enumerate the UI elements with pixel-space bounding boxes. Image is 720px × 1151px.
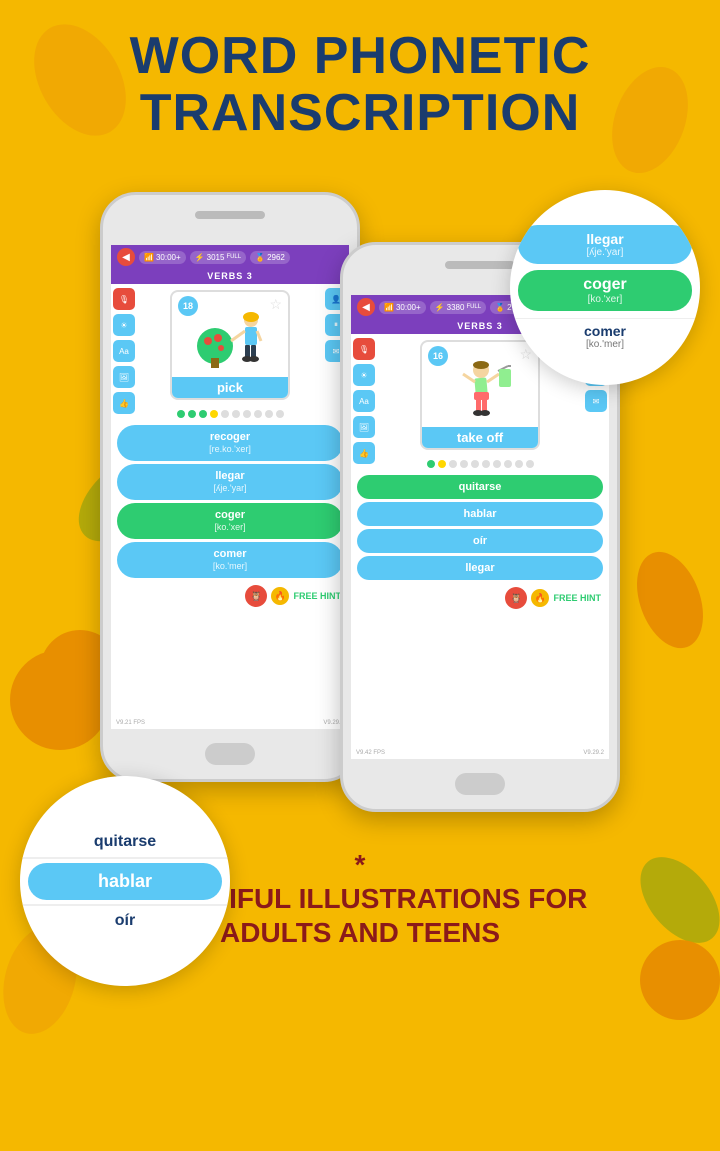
sun-btn-right[interactable]: ☀ xyxy=(353,364,375,386)
card-illustration-left xyxy=(190,305,270,375)
side-buttons-left: 🎙 ☀ Aa 🖼 👍 xyxy=(113,284,135,414)
pick-illustration xyxy=(193,306,268,374)
hint-text-left[interactable]: FREE HINT xyxy=(293,591,341,601)
bubble-right: llegar [ʎje.'yar] coger [ko.'xer] comer … xyxy=(510,190,700,385)
medal-pill-left: 🏅 2962 xyxy=(250,251,290,264)
medal-icon-right: 🏅 xyxy=(495,303,505,312)
phone-left-speaker xyxy=(195,211,265,219)
thumb-btn-right[interactable]: 👍 xyxy=(353,442,375,464)
phone-left-home xyxy=(205,743,255,765)
answer-btn-2-right[interactable]: hablar xyxy=(357,502,603,526)
card-word-left: pick xyxy=(172,377,288,398)
progress-dots-left xyxy=(111,406,349,422)
hint-flame-right: 🔥 xyxy=(531,589,549,607)
time-value-right: 30:00+ xyxy=(396,303,421,312)
mic-btn-left[interactable]: 🎙 xyxy=(113,288,135,310)
time-pill-right: 📶 30:00+ xyxy=(379,301,426,314)
card-illustration-right xyxy=(440,355,520,425)
hint-flame-left: 🔥 xyxy=(271,587,289,605)
back-button-right[interactable]: ◀ xyxy=(357,298,375,316)
font-btn-right[interactable]: Aa xyxy=(353,390,375,412)
mic-btn-right[interactable]: 🎙 xyxy=(353,338,375,360)
mail-btn-right[interactable]: ✉ xyxy=(585,390,607,412)
hint-bar-left: 🦉 🔥 FREE HINT xyxy=(111,581,349,611)
hint-text-right[interactable]: FREE HINT xyxy=(553,593,601,603)
bubble-left-item3: oír xyxy=(20,904,230,936)
bubble-left-item2: hablar xyxy=(28,863,222,900)
font-btn-left[interactable]: Aa xyxy=(113,340,135,362)
answers-container-left: recoger [re.ko.'xer] llegar [ʎje.'yar] c… xyxy=(111,425,349,578)
card-word-right: take off xyxy=(422,427,538,448)
time-value-left: 30:00+ xyxy=(156,253,181,262)
answer-btn-1-left[interactable]: recoger [re.ko.'xer] xyxy=(117,425,343,461)
score-value-right: 3380 xyxy=(447,303,465,312)
answer-btn-4-right[interactable]: llegar xyxy=(357,556,603,580)
card-star-left[interactable]: ☆ xyxy=(269,296,282,313)
fps-right: V9.42 FPS xyxy=(356,750,385,756)
main-title: WORD PHONETIC TRANSCRIPTION xyxy=(0,0,720,142)
answer-btn-3-right[interactable]: oír xyxy=(357,529,603,553)
verbs-label-left: VERBS 3 xyxy=(111,269,349,284)
wifi-icon-right: 📶 xyxy=(384,303,394,312)
answer-btn-3-left[interactable]: coger [ko.'xer] xyxy=(117,503,343,539)
medal-icon-left: 🏅 xyxy=(255,253,265,262)
phone-right-speaker xyxy=(445,261,515,269)
img-btn-right[interactable]: 🖼 xyxy=(353,416,375,438)
title-line1: WORD PHONETIC xyxy=(0,28,720,85)
score-label-left: FULL xyxy=(226,254,241,260)
time-pill-left: 📶 30:00+ xyxy=(139,251,186,264)
word-card-right: 16 ☆ xyxy=(420,340,540,450)
bubble-left: quitarse hablar oír xyxy=(20,776,230,986)
bubble-left-item1: quitarse xyxy=(20,827,230,859)
bolt-icon-right: ⚡ xyxy=(435,303,445,312)
wifi-icon-left: 📶 xyxy=(144,253,154,262)
card-area-left: 🎙 ☀ Aa 🖼 👍 18 ☆ xyxy=(111,284,349,406)
progress-dots-right xyxy=(351,456,609,472)
score-value-left: 3015 xyxy=(207,253,225,262)
thumb-btn-left[interactable]: 👍 xyxy=(113,392,135,414)
side-buttons-left-right-phone: 🎙 ☀ Aa 🖼 👍 xyxy=(353,334,375,464)
phone-left: ◀ 📶 30:00+ ⚡ 3015 FULL 🏅 2962 VERBS 3 xyxy=(100,192,360,782)
hint-owl-icon-right: 🦉 xyxy=(505,587,527,609)
phone-left-screen: ◀ 📶 30:00+ ⚡ 3015 FULL 🏅 2962 VERBS 3 xyxy=(111,245,349,729)
hint-owl-icon-left: 🦉 xyxy=(245,585,267,607)
answer-btn-1-right[interactable]: quitarse xyxy=(357,475,603,499)
bubble-right-item1: llegar [ʎje.'yar] xyxy=(518,225,692,264)
status-bar-left: ◀ 📶 30:00+ ⚡ 3015 FULL 🏅 2962 xyxy=(111,245,349,269)
takeoff-illustration xyxy=(443,356,518,424)
bolt-icon-left: ⚡ xyxy=(195,253,205,262)
fps-left: V9.21 FPS xyxy=(116,720,145,726)
answers-container-right: quitarse hablar oír llegar xyxy=(351,475,609,580)
img-btn-left[interactable]: 🖼 xyxy=(113,366,135,388)
answer-btn-2-left[interactable]: llegar [ʎje.'yar] xyxy=(117,464,343,500)
phone-right-home xyxy=(455,773,505,795)
sun-btn-left[interactable]: ☀ xyxy=(113,314,135,336)
score-pill-right: ⚡ 3380 FULL xyxy=(430,301,486,314)
score-pill-left: ⚡ 3015 FULL xyxy=(190,251,246,264)
version-right: V9.29.2 xyxy=(583,750,604,756)
card-star-right[interactable]: ☆ xyxy=(519,346,532,363)
title-line2: TRANSCRIPTION xyxy=(0,85,720,142)
back-button-left[interactable]: ◀ xyxy=(117,248,135,266)
score-label-right: FULL xyxy=(466,304,481,310)
medal-value-left: 2962 xyxy=(267,253,285,262)
hint-bar-right: 🦉 🔥 FREE HINT xyxy=(351,583,609,613)
bubble-right-item2: coger [ko.'xer] xyxy=(518,270,692,311)
answer-btn-4-left[interactable]: comer [ko.'mer] xyxy=(117,542,343,578)
word-card-left: 18 ☆ xyxy=(170,290,290,400)
bubble-right-item3: comer [ko.'mer] xyxy=(510,318,700,354)
